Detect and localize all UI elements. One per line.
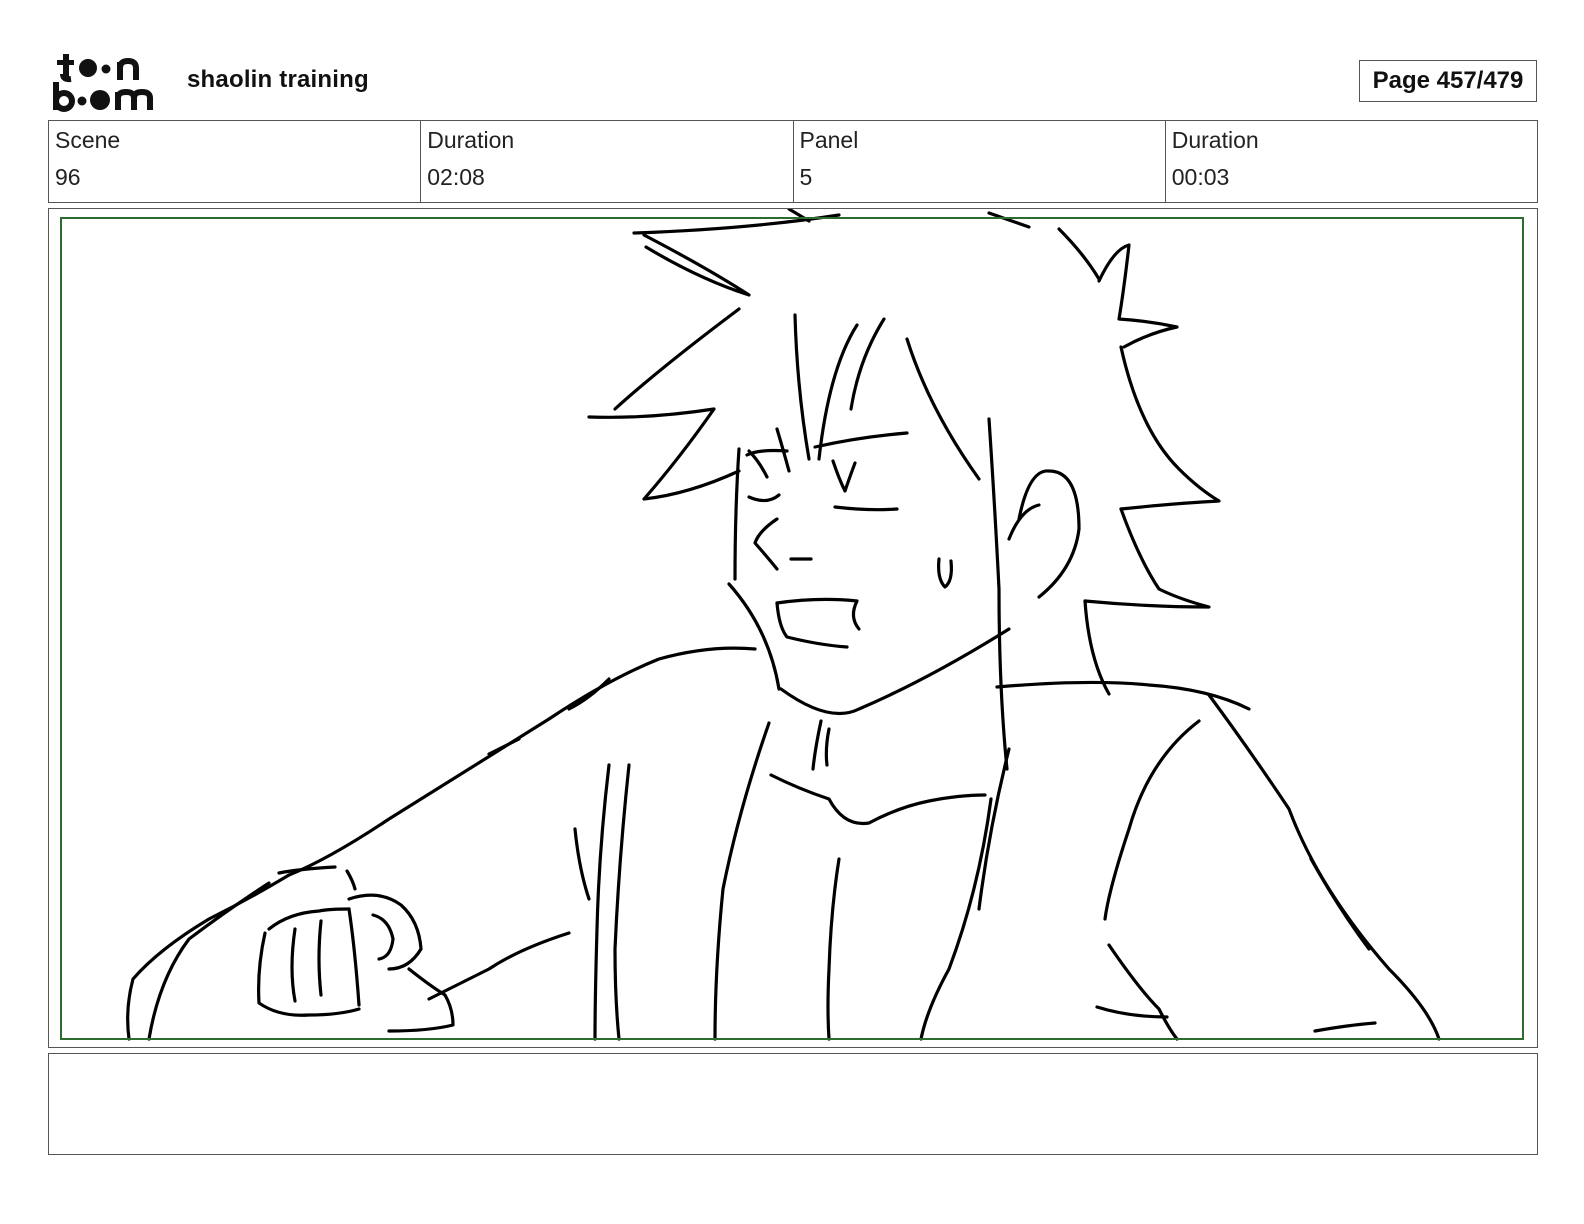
panel-value: 5 <box>799 164 813 190</box>
panel-duration-value: 00:03 <box>1171 164 1230 190</box>
scene-duration-label: Duration <box>427 127 515 153</box>
panel-cell: Panel 5 <box>792 121 1165 202</box>
storyboard-panel <box>48 208 1538 1048</box>
scene-value: 96 <box>55 164 81 190</box>
scene-label: Scene <box>55 127 121 153</box>
panel-duration-label: Duration <box>1171 127 1259 153</box>
scene-cell: Scene 96 <box>49 121 420 202</box>
project-title: shaolin training <box>187 66 369 93</box>
scene-duration-value: 02:08 <box>427 164 485 190</box>
panel-duration-cell: Duration 00:03 <box>1164 121 1537 202</box>
toonboom-logo <box>53 54 153 112</box>
page-counter: Page 457/479 <box>1359 60 1537 102</box>
sketch-drawing <box>126 209 1441 1041</box>
info-table: Scene 96 Duration 02:08 Panel 5 Duration… <box>48 120 1538 203</box>
panel-label: Panel <box>799 127 859 153</box>
scene-duration-cell: Duration 02:08 <box>420 121 792 202</box>
notes-box <box>48 1053 1538 1155</box>
